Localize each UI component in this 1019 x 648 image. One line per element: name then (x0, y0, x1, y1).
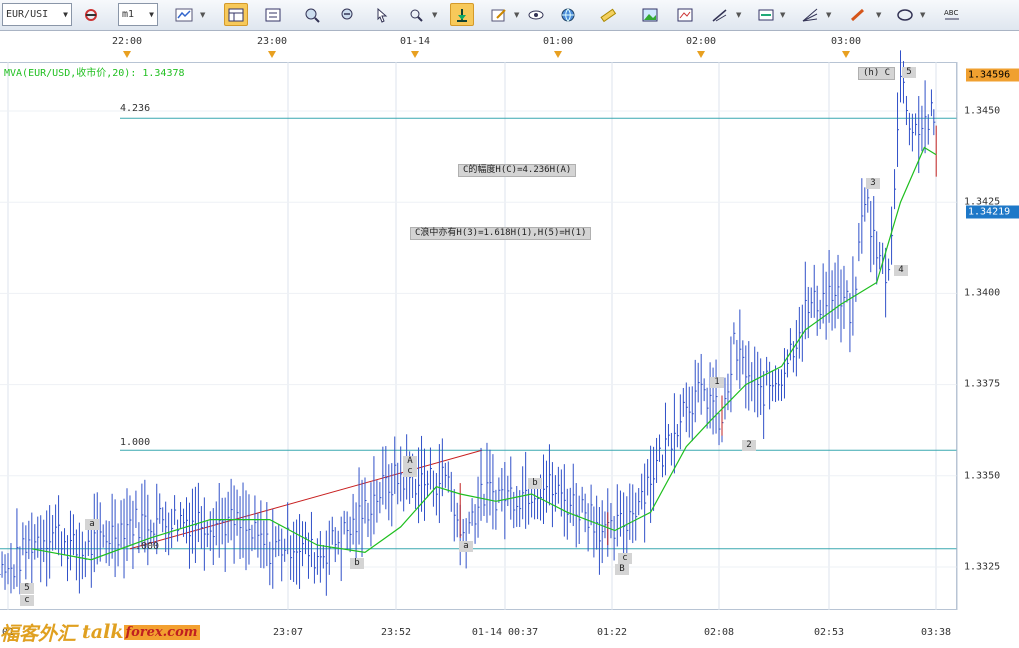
price-tick: 1.3375 (964, 378, 1001, 390)
wave-label: 5 (902, 67, 916, 78)
watermark-cn: 福客外汇 (0, 622, 77, 645)
annotation-top-label[interactable]: (h) C (858, 67, 896, 80)
fib-level-4236: 4.236 (120, 103, 151, 114)
wave-label: b (350, 558, 364, 569)
fib-level-1000: 1.000 (120, 437, 151, 448)
wave-label: 1 (710, 377, 724, 388)
wave-label: b (528, 478, 542, 489)
annotation-c-wave[interactable]: C浪中亦有H(3)=1.618H(1),H(5)=H(1) (410, 227, 592, 240)
wave-label: c (618, 553, 632, 564)
annotation-c-amplitude[interactable]: C的幅度H(C)=4.236H(A) (458, 164, 577, 177)
x-tick: 01:22 (596, 627, 628, 638)
x-tick: 03:38 (920, 627, 952, 638)
price-tick: 1.3425 (964, 196, 1001, 208)
x-tick: 01-14 00:37 (471, 627, 539, 638)
watermark-logo: 福客外汇 talk forex.com (0, 620, 200, 645)
watermark-en2: forex.com (123, 624, 200, 640)
price-tick: 1.3325 (964, 561, 1001, 573)
fib-level-0000: .000 (135, 541, 160, 552)
wave-label: c (403, 466, 417, 477)
wave-label: B (615, 564, 629, 575)
wave-label: 3 (866, 178, 880, 189)
x-tick: 02:53 (813, 627, 845, 638)
wave-label: 5 (20, 583, 34, 594)
ma-legend: MVA(EUR/USD,收市价,20): 1.34378 (4, 68, 185, 79)
x-tick: 23:07 (272, 627, 304, 638)
watermark-en1: talk (82, 621, 124, 643)
price-tick: 1.3400 (964, 287, 1001, 299)
wave-label: a (459, 541, 473, 552)
wave-label: 4 (894, 265, 908, 276)
wave-label: c (20, 595, 34, 606)
x-tick: 02:08 (703, 627, 735, 638)
wave-label: a (85, 519, 99, 530)
price-tick: 1.3450 (964, 105, 1001, 117)
current-price-badge: 1.34596 (966, 68, 1019, 82)
wave-label: 2 (742, 440, 756, 451)
price-tick: 1.3350 (964, 470, 1001, 482)
x-tick: 23:52 (380, 627, 412, 638)
